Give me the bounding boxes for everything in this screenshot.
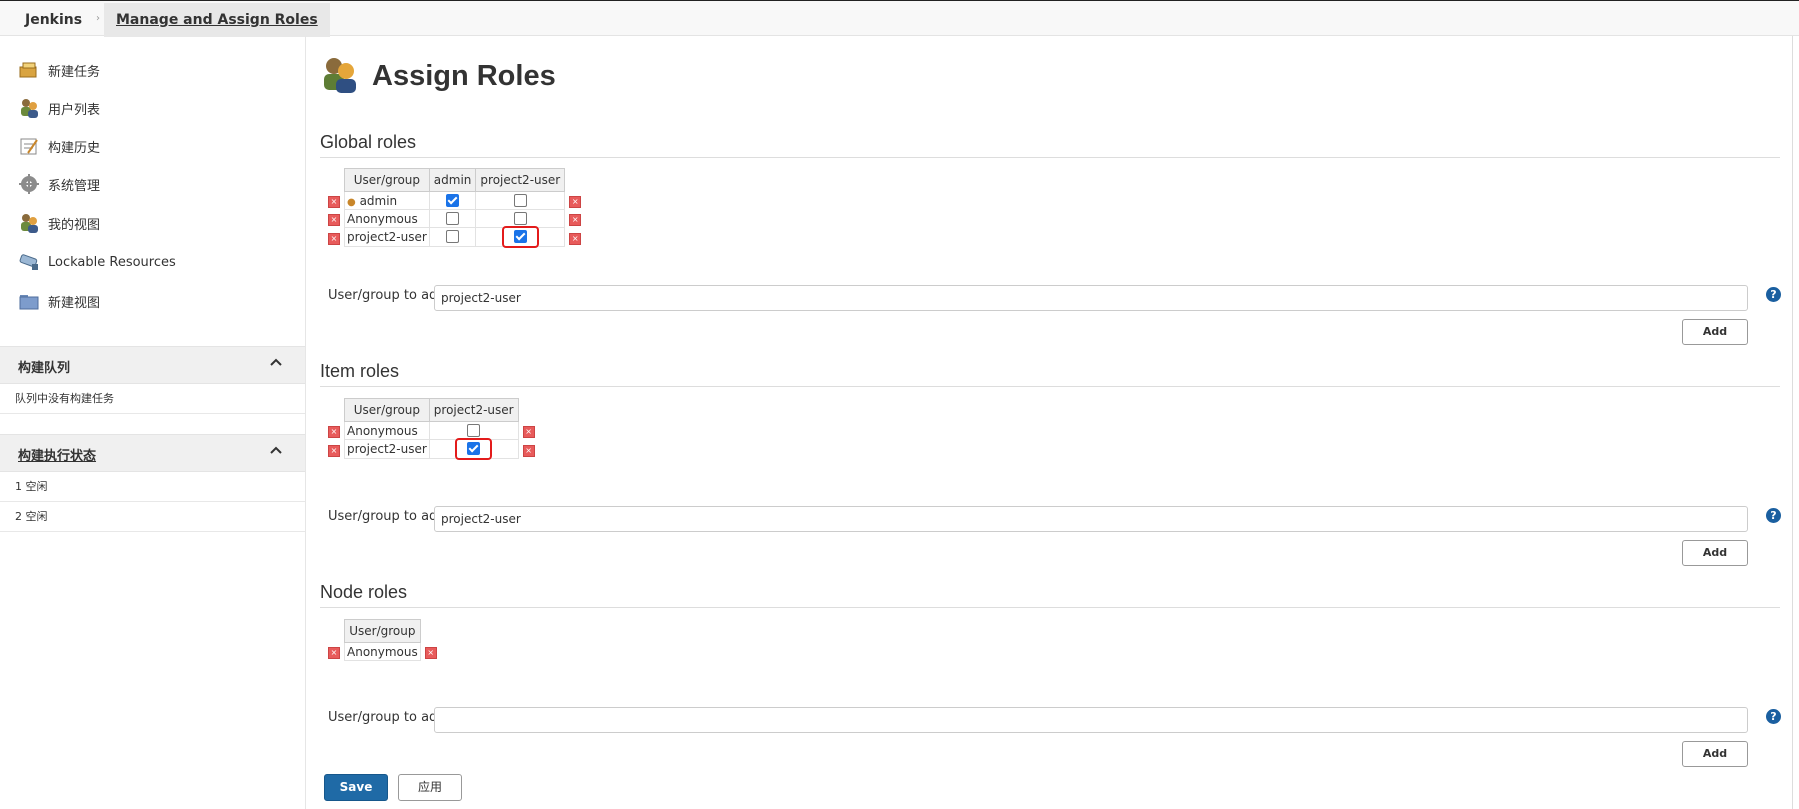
user-icon: ● bbox=[347, 196, 356, 208]
item-add-button[interactable]: Add bbox=[1682, 540, 1748, 566]
table-row: × Anonymous × bbox=[324, 642, 441, 661]
apply-button[interactable]: 应用 bbox=[398, 774, 462, 801]
users-icon bbox=[18, 97, 40, 119]
column-header: admin bbox=[428, 168, 477, 192]
node-add-button[interactable]: Add bbox=[1682, 741, 1748, 767]
assign-roles-icon bbox=[320, 54, 360, 98]
remove-row-icon[interactable]: × bbox=[424, 647, 437, 659]
role-checkbox[interactable] bbox=[446, 193, 460, 207]
page-title-row: Assign Roles bbox=[320, 54, 556, 98]
remove-row-icon[interactable]: × bbox=[569, 232, 582, 245]
global-roles-table: User/group admin project2-user × ● admin… bbox=[324, 168, 585, 248]
table-row: × Anonymous × bbox=[324, 209, 585, 228]
remove-row-icon[interactable]: × bbox=[522, 426, 535, 438]
help-icon[interactable]: ? bbox=[1766, 508, 1781, 523]
page-title: Assign Roles bbox=[372, 59, 556, 92]
sidebar-item-new-view[interactable]: 新建视图 bbox=[18, 289, 100, 313]
executor-row: 1 空闲 bbox=[0, 472, 305, 502]
remove-row-icon[interactable]: × bbox=[328, 196, 340, 208]
sidebar-item-users[interactable]: 用户列表 bbox=[18, 96, 100, 120]
new-item-icon bbox=[18, 59, 40, 81]
chevron-up-icon[interactable] bbox=[269, 443, 283, 461]
remove-row-icon[interactable]: × bbox=[328, 232, 340, 245]
remove-row-icon[interactable]: × bbox=[569, 214, 582, 226]
item-roles-table: User/group project2-user × Anonymous × ×… bbox=[324, 398, 539, 460]
remove-row-icon[interactable]: × bbox=[328, 647, 340, 659]
role-checkbox[interactable] bbox=[446, 211, 460, 225]
item-add-user-input[interactable] bbox=[434, 506, 1748, 532]
my-views-icon bbox=[18, 212, 40, 234]
highlight-box bbox=[501, 226, 539, 248]
breadcrumb-chevron-icon: › bbox=[96, 13, 100, 24]
remove-row-icon[interactable]: × bbox=[328, 426, 340, 438]
add-user-label: User/group to add bbox=[328, 710, 446, 725]
lock-resource-icon bbox=[18, 251, 40, 273]
global-add-user-input[interactable] bbox=[434, 285, 1748, 311]
breadcrumb-jenkins[interactable]: Jenkins bbox=[25, 12, 82, 28]
row-user-name: project2-user bbox=[344, 227, 430, 247]
node-roles-table: User/group × Anonymous × bbox=[324, 619, 441, 661]
folder-icon bbox=[18, 290, 40, 312]
row-user-name: Anonymous bbox=[344, 209, 430, 228]
role-checkbox[interactable] bbox=[467, 423, 481, 437]
global-add-button[interactable]: Add bbox=[1682, 319, 1748, 345]
remove-row-icon[interactable]: × bbox=[522, 444, 535, 457]
global-roles-title: Global roles bbox=[320, 132, 1780, 158]
item-roles-title: Item roles bbox=[320, 361, 1780, 387]
sidebar-item-my-views[interactable]: 我的视图 bbox=[18, 211, 100, 235]
table-row: × Anonymous × bbox=[324, 421, 539, 440]
table-row: × ● admin × bbox=[324, 191, 585, 210]
sidebar: 新建任务 用户列表 构建历史 系统管理 我的视图 Lockable Resour… bbox=[0, 36, 306, 809]
role-checkbox[interactable] bbox=[513, 211, 527, 225]
executors-header[interactable]: 构建执行状态 bbox=[0, 434, 305, 472]
build-history-icon bbox=[18, 135, 40, 157]
role-checkbox[interactable] bbox=[513, 193, 527, 207]
table-row: × project2-user × bbox=[324, 438, 539, 460]
breadcrumb-current[interactable]: Manage and Assign Roles bbox=[104, 3, 330, 37]
column-header: User/group bbox=[344, 619, 421, 643]
row-user-name: project2-user bbox=[344, 439, 430, 459]
vertical-scrollbar[interactable] bbox=[1792, 36, 1799, 809]
executor-row: 2 空闲 bbox=[0, 502, 305, 532]
column-header: project2-user bbox=[475, 168, 566, 192]
highlight-box bbox=[455, 438, 493, 460]
column-header: User/group bbox=[344, 168, 430, 192]
main-content: Assign Roles Global roles User/group adm… bbox=[320, 36, 1781, 809]
breadcrumb: Jenkins › Manage and Assign Roles bbox=[0, 0, 1799, 37]
gear-icon bbox=[18, 173, 40, 195]
sidebar-item-lockable-resources[interactable]: Lockable Resources bbox=[18, 250, 176, 274]
column-header: project2-user bbox=[428, 398, 519, 422]
node-add-user-input[interactable] bbox=[434, 707, 1748, 733]
role-checkbox[interactable] bbox=[467, 442, 481, 455]
add-user-label: User/group to add bbox=[328, 288, 446, 303]
add-user-label: User/group to add bbox=[328, 509, 446, 524]
role-checkbox[interactable] bbox=[513, 230, 527, 243]
remove-row-icon[interactable]: × bbox=[328, 214, 340, 226]
help-icon[interactable]: ? bbox=[1766, 287, 1781, 302]
sidebar-item-new-item[interactable]: 新建任务 bbox=[18, 58, 100, 82]
table-row: × project2-user × bbox=[324, 226, 585, 248]
node-roles-title: Node roles bbox=[320, 582, 1780, 608]
build-queue-header[interactable]: 构建队列 bbox=[0, 346, 305, 384]
row-user-name: admin bbox=[359, 193, 398, 208]
role-checkbox[interactable] bbox=[446, 230, 460, 243]
build-queue-empty: 队列中没有构建任务 bbox=[0, 384, 305, 414]
column-header: User/group bbox=[344, 398, 430, 422]
chevron-up-icon[interactable] bbox=[269, 355, 283, 373]
save-button[interactable]: Save bbox=[324, 774, 388, 801]
remove-row-icon[interactable]: × bbox=[569, 196, 582, 208]
sidebar-item-build-history[interactable]: 构建历史 bbox=[18, 134, 100, 158]
row-user-name: Anonymous bbox=[344, 421, 430, 440]
remove-row-icon[interactable]: × bbox=[328, 444, 340, 457]
sidebar-item-manage[interactable]: 系统管理 bbox=[18, 172, 100, 196]
row-user-name: Anonymous bbox=[344, 642, 421, 661]
help-icon[interactable]: ? bbox=[1766, 709, 1781, 724]
